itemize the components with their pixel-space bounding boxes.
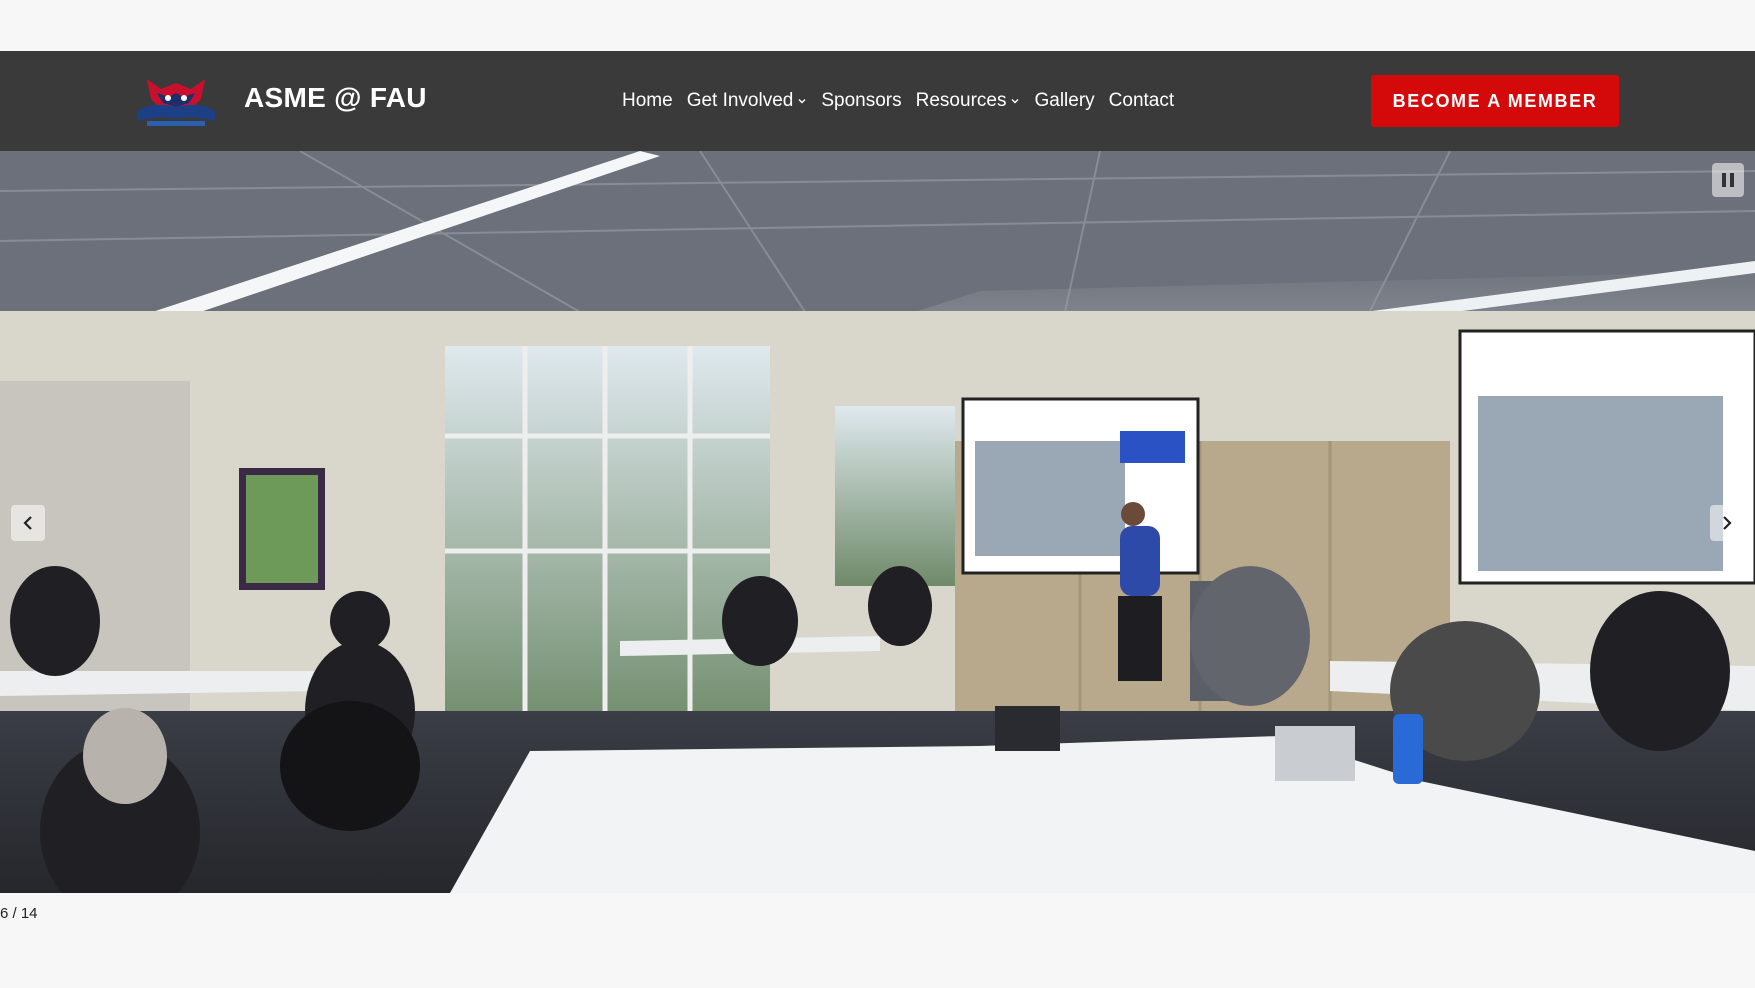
nav-resources-label: Resources <box>915 90 1007 111</box>
slide-counter: 6 / 14 <box>0 905 38 922</box>
next-slide-button[interactable] <box>1710 505 1744 541</box>
slide-photo <box>0 151 1755 893</box>
nav-get-involved-label: Get Involved <box>686 90 794 111</box>
main-nav: Home Get Involved Sponsors Resources Gal… <box>622 87 1174 115</box>
site-header: ASME @ FAU Home Get Involved Sponsors Re… <box>0 51 1755 151</box>
chevron-left-icon <box>23 516 32 530</box>
site-title[interactable]: ASME @ FAU <box>244 82 427 114</box>
chevron-right-icon <box>1723 516 1732 530</box>
nav-contact-label: Contact <box>1108 90 1175 111</box>
pause-icon <box>1722 173 1734 187</box>
nav-sponsors[interactable]: Sponsors <box>821 90 901 112</box>
become-member-button[interactable]: BECOME A MEMBER <box>1371 75 1619 127</box>
asme-fau-logo[interactable] <box>133 71 219 129</box>
nav-contact[interactable]: Contact <box>1109 90 1174 112</box>
prev-slide-button[interactable] <box>11 505 45 541</box>
nav-resources[interactable]: Resources <box>916 90 1021 112</box>
nav-gallery-label: Gallery <box>1034 90 1095 111</box>
chevron-down-icon <box>1011 99 1019 104</box>
nav-gallery[interactable]: Gallery <box>1034 90 1094 112</box>
nav-get-involved[interactable]: Get Involved <box>687 90 808 112</box>
chevron-down-icon <box>798 99 806 104</box>
nav-home-label: Home <box>622 90 673 111</box>
nav-home[interactable]: Home <box>622 90 673 112</box>
pause-button[interactable] <box>1712 163 1744 197</box>
image-slider <box>0 151 1755 893</box>
nav-sponsors-label: Sponsors <box>821 90 902 111</box>
